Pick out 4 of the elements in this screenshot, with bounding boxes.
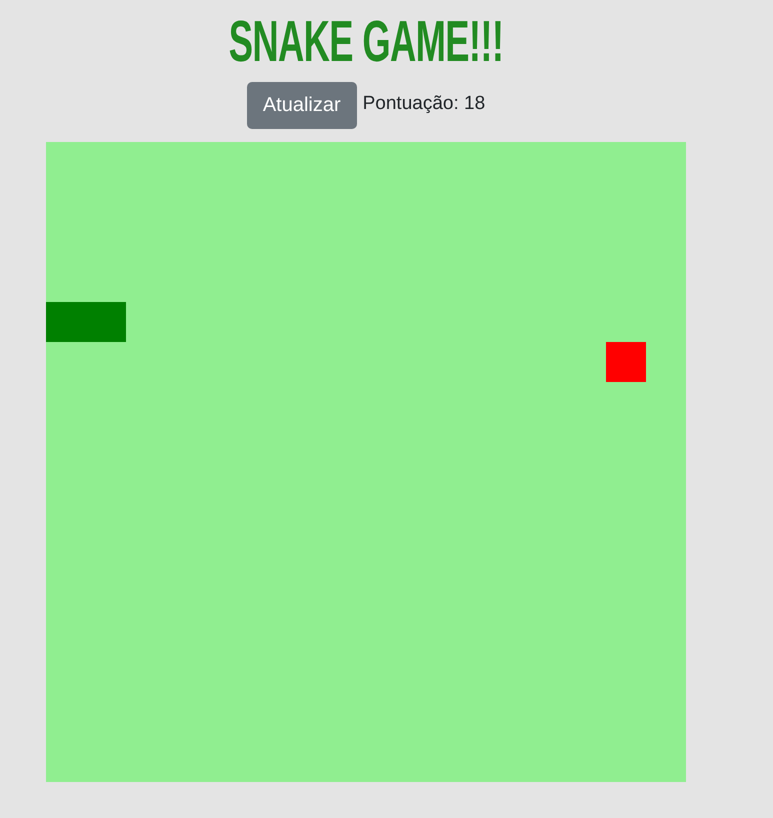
refresh-button[interactable]: Atualizar [246, 82, 357, 129]
score-text: Pontuação: 18 [362, 92, 486, 114]
game-title: SNAKE GAME!!! [228, 13, 504, 71]
food [606, 342, 646, 382]
